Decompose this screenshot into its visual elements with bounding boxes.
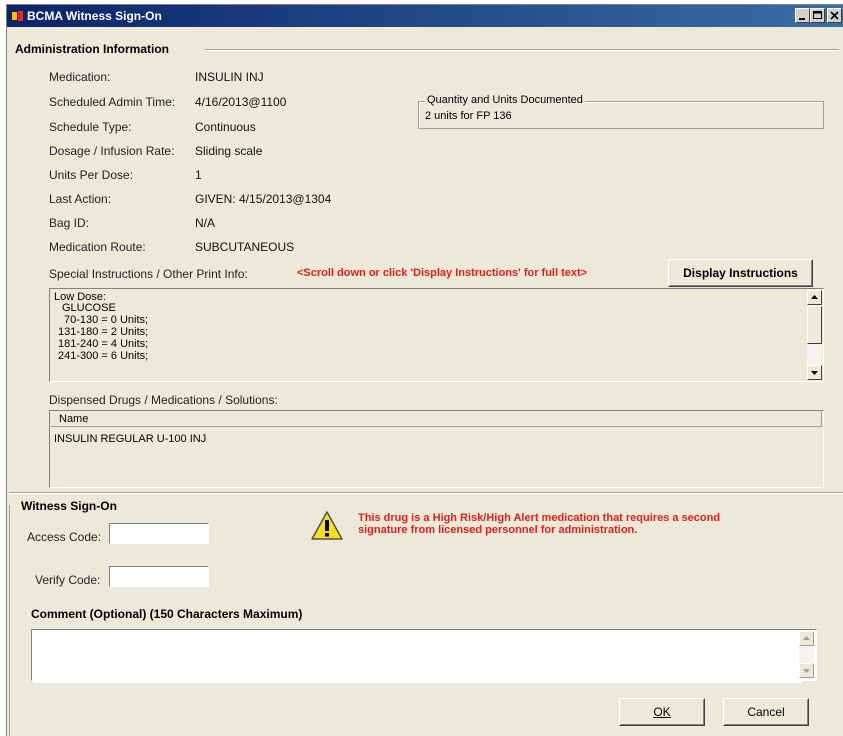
arrow-down-icon: [803, 669, 810, 673]
arrow-up-icon: [803, 636, 810, 640]
verify-code-label: Verify Code:: [35, 573, 101, 587]
comment-scroll-up[interactable]: [799, 631, 814, 646]
units-per-dose-value: 1: [195, 168, 202, 182]
admin-info-divider: [205, 49, 839, 51]
list-item[interactable]: INSULIN REGULAR U-100 INJ: [54, 433, 206, 445]
dosage-value: Sliding scale: [195, 144, 263, 158]
ok-label: OK: [653, 705, 671, 719]
minimize-button[interactable]: [795, 8, 810, 23]
quantity-legend: Quantity and Units Documented: [425, 94, 585, 106]
title-bar[interactable]: BCMA Witness Sign-On: [7, 5, 843, 27]
medication-value: INSULIN INJ: [195, 70, 264, 84]
medication-route-value: SUBCUTANEOUS: [195, 240, 295, 254]
display-instructions-button[interactable]: Display Instructions: [668, 259, 813, 287]
bag-id-value: N/A: [195, 216, 216, 230]
special-instructions-box[interactable]: Low Dose: GLUCOSE 70-130 = 0 Units; 131-…: [49, 288, 824, 382]
witness-left-border: [9, 505, 10, 736]
minimize-icon: [799, 18, 805, 20]
dispensed-list[interactable]: Name INSULIN REGULAR U-100 INJ: [49, 410, 824, 488]
arrow-up-icon: [811, 295, 818, 299]
bcma-witness-dialog: BCMA Witness Sign-On Administration Info…: [6, 4, 843, 736]
comment-box[interactable]: [31, 629, 817, 683]
dispensed-column-header[interactable]: Name: [51, 412, 822, 427]
last-action-value: GIVEN: 4/15/2013@1304: [195, 192, 332, 206]
schedule-type-value: Continuous: [195, 120, 256, 134]
units-per-dose-label: Units Per Dose:: [49, 168, 134, 182]
scroll-up-button[interactable]: [807, 290, 822, 305]
cancel-button-frame: Cancel: [724, 699, 808, 725]
scroll-down-button[interactable]: [807, 365, 822, 380]
bag-id-label: Bag ID:: [49, 216, 90, 230]
window-title: BCMA Witness Sign-On: [27, 9, 162, 23]
column-name-label: Name: [59, 413, 89, 425]
special-instructions-label: Special Instructions / Other Print Info:: [49, 267, 248, 281]
comment-label: Comment (Optional) (150 Characters Maxim…: [31, 607, 303, 621]
access-code-input[interactable]: [109, 523, 209, 544]
instruction-line: GLUCOSE: [62, 302, 116, 314]
instruction-line: 241-300 = 6 Units;: [58, 350, 149, 362]
scroll-hint: <Scroll down or click 'Display Instructi…: [297, 267, 588, 279]
instructions-scrollbar[interactable]: [807, 290, 822, 380]
comment-scroll-down[interactable]: [799, 663, 814, 678]
maximize-button[interactable]: [810, 8, 825, 23]
comment-scrollbar[interactable]: [799, 631, 814, 679]
warning-icon: [311, 511, 343, 540]
medication-label: Medication:: [49, 70, 111, 84]
schedule-type-label: Schedule Type:: [49, 120, 132, 134]
ok-button[interactable]: OK: [619, 698, 705, 726]
close-button[interactable]: [827, 8, 842, 23]
verify-code-input[interactable]: [109, 566, 209, 587]
medication-route-label: Medication Route:: [49, 240, 146, 254]
scheduled-time-value: 4/16/2013@1100: [195, 95, 287, 109]
dispensed-label: Dispensed Drugs / Medications / Solution…: [49, 393, 278, 407]
close-icon: [830, 11, 839, 20]
instruction-line: 70-130 = 0 Units;: [64, 314, 149, 326]
scroll-thumb[interactable]: [807, 306, 822, 344]
access-code-label: Access Code:: [27, 530, 102, 544]
ok-button-frame: OK: [620, 699, 704, 725]
high-risk-warning: This drug is a High Risk/High Alert medi…: [358, 512, 721, 536]
maximize-icon: [813, 11, 822, 19]
witness-divider: [9, 492, 843, 494]
comment-input[interactable]: [33, 631, 802, 683]
instruction-line: 181-240 = 4 Units;: [58, 338, 149, 350]
scheduled-time-label: Scheduled Admin Time:: [49, 95, 176, 109]
dosage-label: Dosage / Infusion Rate:: [49, 144, 175, 158]
admin-info-title: Administration Information: [15, 42, 169, 56]
cancel-label: Cancel: [747, 705, 785, 719]
arrow-down-icon: [811, 371, 818, 375]
cancel-button[interactable]: Cancel: [723, 698, 809, 726]
instruction-line: 131-180 = 2 Units;: [58, 326, 149, 338]
quantity-value: 2 units for FP 136: [425, 110, 512, 122]
app-icon: [12, 11, 23, 21]
display-instructions-label: Display Instructions: [669, 260, 812, 286]
witness-title: Witness Sign-On: [21, 499, 117, 513]
last-action-label: Last Action:: [49, 192, 112, 206]
